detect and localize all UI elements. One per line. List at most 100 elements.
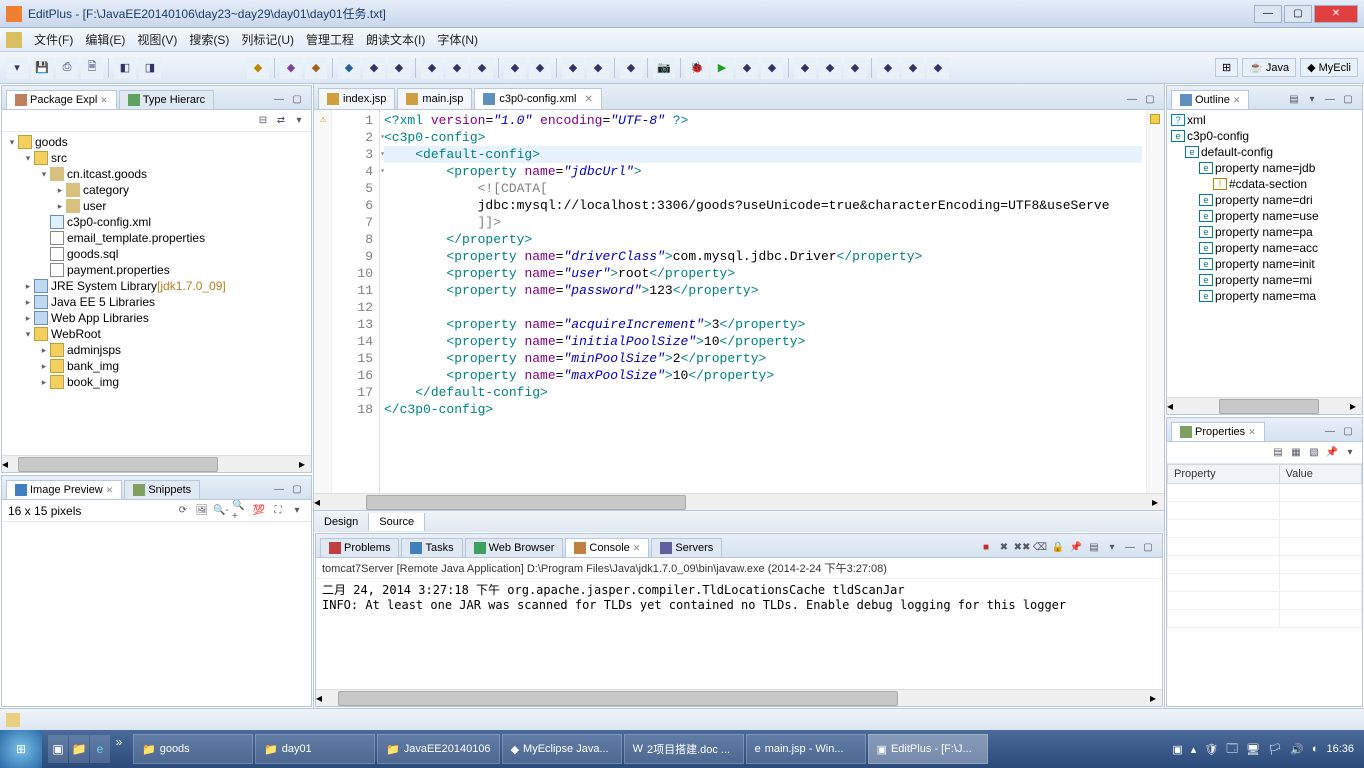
minimize-icon[interactable]: — xyxy=(1124,91,1140,107)
taskbar-item[interactable]: 📁goods xyxy=(133,734,253,764)
taskbar-overflow-icon[interactable]: » xyxy=(111,735,127,763)
taskbar-pin-ie[interactable]: e xyxy=(90,735,110,763)
tree-item[interactable]: ▸Web App Libraries xyxy=(2,310,311,326)
tree-item[interactable]: ▾src xyxy=(2,150,311,166)
pin-console-icon[interactable]: 📌 xyxy=(1068,539,1084,555)
tab-type-hierarchy[interactable]: Type Hierarc xyxy=(119,90,214,109)
terminate-icon[interactable]: ■ xyxy=(978,539,994,555)
tray-icon[interactable]: 🗔 xyxy=(1226,740,1238,759)
editor-tab-index[interactable]: index.jsp xyxy=(318,88,395,109)
tray-icon[interactable]: ▣ xyxy=(1172,743,1182,756)
maximize-icon[interactable]: ▢ xyxy=(289,481,305,497)
menu-font[interactable]: 字体(N) xyxy=(437,31,478,48)
overview-ruler[interactable] xyxy=(1146,110,1164,493)
props-btn1-icon[interactable]: ▤ xyxy=(1270,444,1286,460)
tab-web-browser[interactable]: Web Browser xyxy=(465,538,564,557)
tree-item[interactable]: ▾goods xyxy=(2,134,311,150)
design-tab[interactable]: Design xyxy=(314,513,369,531)
tab-image-preview[interactable]: Image Preview ✕ xyxy=(6,480,122,499)
outline-hscroll[interactable]: ◂▸ xyxy=(1167,397,1362,414)
close-button[interactable]: ✕ xyxy=(1314,5,1358,23)
print-button[interactable]: 🗎 xyxy=(81,57,103,79)
outline-item[interactable]: eproperty name=ma xyxy=(1169,288,1360,304)
tree-item[interactable]: ▸Java EE 5 Libraries xyxy=(2,294,311,310)
taskbar-item[interactable]: 📁day01 xyxy=(255,734,375,764)
tb-a[interactable]: ◆ xyxy=(247,57,269,79)
link-editor-icon[interactable]: ⇄ xyxy=(273,112,289,128)
minimize-icon[interactable]: — xyxy=(271,91,287,107)
code-editor[interactable]: 123456789101112131415161718 <?xml versio… xyxy=(314,110,1164,493)
col-property[interactable]: Property xyxy=(1168,465,1280,484)
tray-icon[interactable]: 🖥 xyxy=(1246,743,1260,756)
tb-h[interactable]: ◆ xyxy=(446,57,468,79)
tb-l[interactable]: ◆ xyxy=(562,57,584,79)
taskbar-pin-2[interactable]: 📁 xyxy=(69,735,89,763)
zoom-in-icon[interactable]: 🔍+ xyxy=(232,503,248,519)
menu-read[interactable]: 朗读文本(I) xyxy=(366,31,425,48)
maximize-icon[interactable]: ▢ xyxy=(1142,91,1158,107)
props-btn3-icon[interactable]: ▧ xyxy=(1306,444,1322,460)
outline-item[interactable]: eproperty name=jdb xyxy=(1169,160,1360,176)
minimize-icon[interactable]: — xyxy=(1122,539,1138,555)
tb-s[interactable]: ◆ xyxy=(761,57,783,79)
tb-r[interactable]: ◆ xyxy=(736,57,758,79)
view-menu-icon[interactable]: ▾ xyxy=(1304,91,1320,107)
tab-servers[interactable]: Servers xyxy=(651,538,722,557)
taskbar-item[interactable]: ◆MyEclipse Java... xyxy=(502,734,622,764)
warning-marker-icon[interactable] xyxy=(1150,114,1160,124)
tree-item[interactable]: ▸user xyxy=(2,198,311,214)
tree-item[interactable]: ▾cn.itcast.goods xyxy=(2,166,311,182)
minimize-icon[interactable]: — xyxy=(271,481,287,497)
tab-problems[interactable]: Problems xyxy=(320,538,399,557)
scroll-lock-icon[interactable]: 🔒 xyxy=(1050,539,1066,555)
clock[interactable]: 16:36 xyxy=(1326,743,1354,755)
outline-item[interactable]: !#cdata-section xyxy=(1169,176,1360,192)
tree-item[interactable]: ▸bank_img xyxy=(2,358,311,374)
collapse-all-icon[interactable]: ⊟ xyxy=(255,112,271,128)
view-menu-icon[interactable]: ▾ xyxy=(289,503,305,519)
clear-console-icon[interactable]: ⌫ xyxy=(1032,539,1048,555)
tray-icon[interactable]: ▴ xyxy=(1191,743,1197,756)
tb-b[interactable]: ◆ xyxy=(280,57,302,79)
view-menu-icon[interactable]: ▾ xyxy=(1342,444,1358,460)
view-menu-icon[interactable]: ▾ xyxy=(291,112,307,128)
taskbar-item[interactable]: W2项目搭建.doc ... xyxy=(624,734,744,764)
menu-view[interactable]: 视图(V) xyxy=(137,31,177,48)
tb-e[interactable]: ◆ xyxy=(363,57,385,79)
save-all-button[interactable]: ⎙ xyxy=(56,57,78,79)
editor-tab-main[interactable]: main.jsp xyxy=(397,88,472,109)
menu-edit[interactable]: 编辑(E) xyxy=(85,31,125,48)
tb-u[interactable]: ◆ xyxy=(819,57,841,79)
perspective-myeclipse[interactable]: ◆ MyEcli xyxy=(1300,58,1358,77)
outline-tree[interactable]: ?xmlec3p0-configedefault-configeproperty… xyxy=(1167,110,1362,397)
outline-item[interactable]: eproperty name=pa xyxy=(1169,224,1360,240)
maximize-icon[interactable]: ▢ xyxy=(1340,423,1356,439)
perspective-java[interactable]: ☕ Java xyxy=(1242,58,1296,77)
console-hscroll[interactable]: ◂▸ xyxy=(316,689,1162,706)
tb-n[interactable]: ◆ xyxy=(620,57,642,79)
start-button[interactable]: ⊞ xyxy=(0,730,42,768)
col-value[interactable]: Value xyxy=(1279,465,1361,484)
save-button[interactable]: 💾 xyxy=(31,57,53,79)
tb-c[interactable]: ◆ xyxy=(305,57,327,79)
tb-y[interactable]: ◆ xyxy=(927,57,949,79)
zoom-out-icon[interactable]: 🔍- xyxy=(213,503,229,519)
outline-toggle-icon[interactable]: ▤ xyxy=(1286,91,1302,107)
minimize-icon[interactable]: — xyxy=(1322,423,1338,439)
outline-item[interactable]: eproperty name=acc xyxy=(1169,240,1360,256)
outline-item[interactable]: eproperty name=mi xyxy=(1169,272,1360,288)
tb-f[interactable]: ◆ xyxy=(388,57,410,79)
maximize-icon[interactable]: ▢ xyxy=(1140,539,1156,555)
menu-column[interactable]: 列标记(U) xyxy=(241,31,294,48)
open-perspective-button[interactable]: ⊞ xyxy=(1215,58,1238,77)
maximize-button[interactable]: ▢ xyxy=(1284,5,1312,23)
maximize-icon[interactable]: ▢ xyxy=(289,91,305,107)
tree-item[interactable]: ▾WebRoot xyxy=(2,326,311,342)
outline-item[interactable]: edefault-config xyxy=(1169,144,1360,160)
taskbar-item[interactable]: 📁JavaEE20140106 xyxy=(377,734,500,764)
code-area[interactable]: <?xml version="1.0" encoding="UTF-8" ?><… xyxy=(380,110,1146,493)
zoom-fit-icon[interactable]: ⛶ xyxy=(270,503,286,519)
tree-item[interactable]: payment.properties xyxy=(2,262,311,278)
zoom-100-icon[interactable]: 💯 xyxy=(251,503,267,519)
outline-item[interactable]: ec3p0-config xyxy=(1169,128,1360,144)
